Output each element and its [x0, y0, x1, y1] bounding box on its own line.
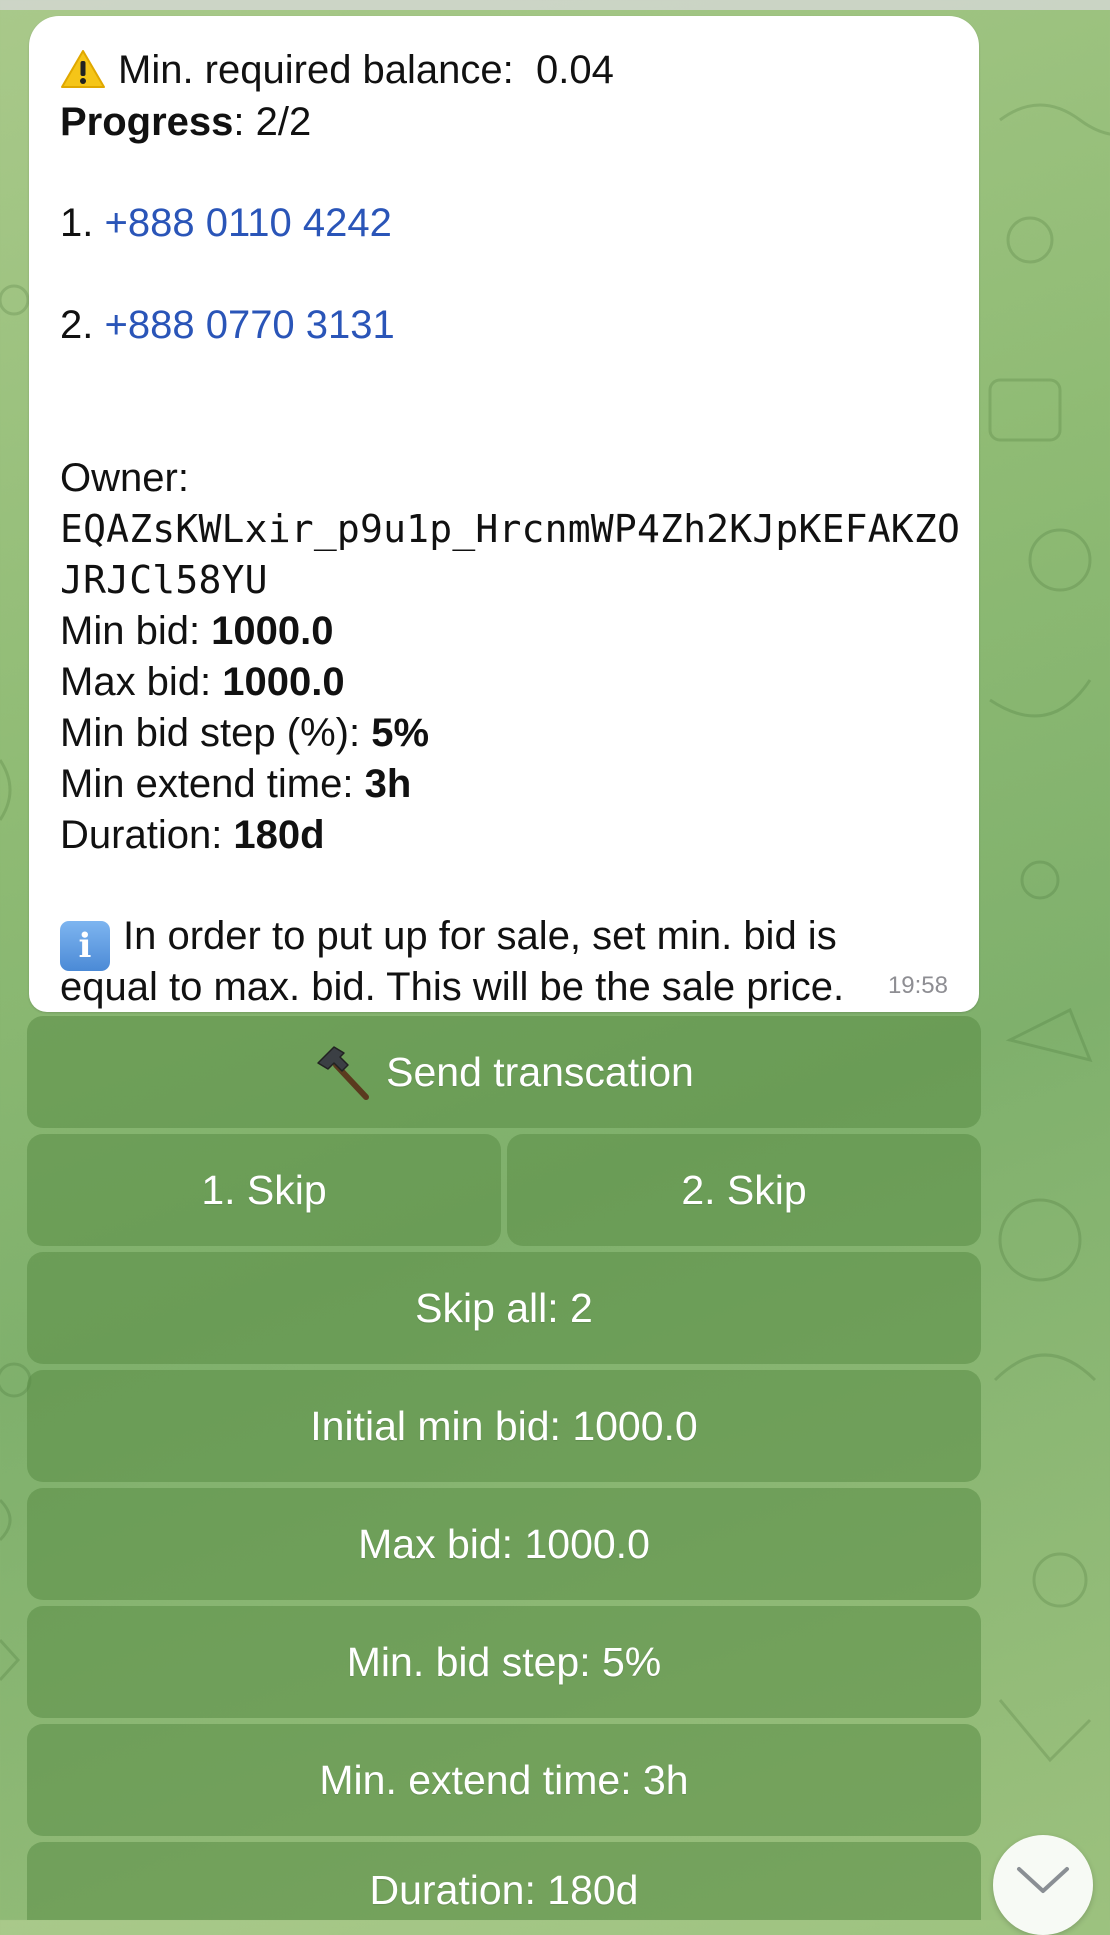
param-label: Min bid step (%):: [60, 711, 372, 755]
min-balance-value: 0.04: [536, 48, 614, 92]
param-value: 3h: [364, 762, 412, 806]
param-label: Min extend time:: [60, 762, 365, 806]
owner-address-line-1[interactable]: EQAZsKWLxir_p9u1p_HrcnmWP4Zh2KJpKEFAKZO: [60, 505, 960, 553]
param-label: Max bid:: [60, 660, 223, 704]
info-text-1: In order to put up for sale, set min. bi…: [123, 914, 837, 958]
skip-2-button[interactable]: 2. Skip: [507, 1134, 981, 1246]
min-balance-line: Min. required balance: 0.04: [60, 46, 614, 94]
param-min-extend-time: Min extend time: 3h: [60, 760, 411, 808]
send-transaction-button[interactable]: Send transcation: [27, 1016, 981, 1128]
skip-1-label: 1. Skip: [201, 1166, 327, 1213]
phone-link-2[interactable]: +888 0770 3131: [104, 303, 394, 347]
progress-value: : 2/2: [233, 100, 312, 144]
min-bid-step-label: Min. bid step: 5%: [346, 1638, 662, 1685]
skip-all-label: Skip all: 2: [415, 1284, 593, 1331]
min-extend-time-button[interactable]: Min. extend time: 3h: [27, 1724, 981, 1836]
hammer-icon: [317, 1046, 370, 1100]
param-value: 180d: [233, 813, 325, 857]
skip-1-button[interactable]: 1. Skip: [27, 1134, 501, 1246]
owner-label: Owner:: [60, 456, 189, 500]
send-transaction-label: Send transcation: [386, 1048, 694, 1095]
max-bid-label: Max bid: 1000.0: [358, 1520, 650, 1567]
param-max-bid: Max bid: 1000.0: [60, 658, 345, 706]
number-index: 1.: [60, 201, 94, 245]
message-bubble: Min. required balance: 0.04 Progress: 2/…: [29, 16, 979, 1012]
param-value: 1000.0: [211, 609, 334, 653]
chevron-down-icon: [1017, 1867, 1069, 1893]
scroll-down-button[interactable]: [993, 1835, 1093, 1935]
skip-2-label: 2. Skip: [681, 1166, 807, 1213]
number-item-1: 1. +888 0110 4242: [60, 199, 392, 247]
progress-line: Progress: 2/2: [60, 98, 311, 146]
param-label: Min bid:: [60, 609, 212, 653]
initial-min-bid-label: Initial min bid: 1000.0: [310, 1402, 698, 1449]
min-balance-label: Min. required balance:: [118, 48, 514, 92]
max-bid-button[interactable]: Max bid: 1000.0: [27, 1488, 981, 1600]
skip-all-button[interactable]: Skip all: 2: [27, 1252, 981, 1364]
top-edge: [0, 0, 1110, 10]
min-bid-step-button[interactable]: Min. bid step: 5%: [27, 1606, 981, 1718]
message-time: 19:58: [887, 972, 948, 999]
min-extend-time-label: Min. extend time: 3h: [319, 1756, 689, 1803]
param-duration: Duration: 180d: [60, 811, 325, 859]
warning-icon: [61, 50, 105, 88]
progress-label: Progress: [60, 100, 234, 144]
param-min-bid-step: Min bid step (%): 5%: [60, 709, 429, 757]
param-min-bid: Min bid: 1000.0: [60, 607, 334, 655]
param-value: 1000.0: [222, 660, 345, 704]
param-label: Duration:: [60, 813, 234, 857]
info-text-2: equal to max. bid. This will be the sale…: [60, 965, 845, 1009]
owner-address-line-2[interactable]: JRJCl58YU: [60, 556, 268, 604]
number-item-2: 2. +888 0770 3131: [60, 301, 395, 349]
duration-button[interactable]: Duration: 180d: [27, 1842, 981, 1920]
duration-label: Duration: 180d: [369, 1867, 639, 1913]
number-index: 2.: [60, 303, 94, 347]
param-value: 5%: [371, 711, 430, 755]
initial-min-bid-button[interactable]: Initial min bid: 1000.0: [27, 1370, 981, 1482]
phone-link-1[interactable]: +888 0110 4242: [104, 201, 391, 245]
